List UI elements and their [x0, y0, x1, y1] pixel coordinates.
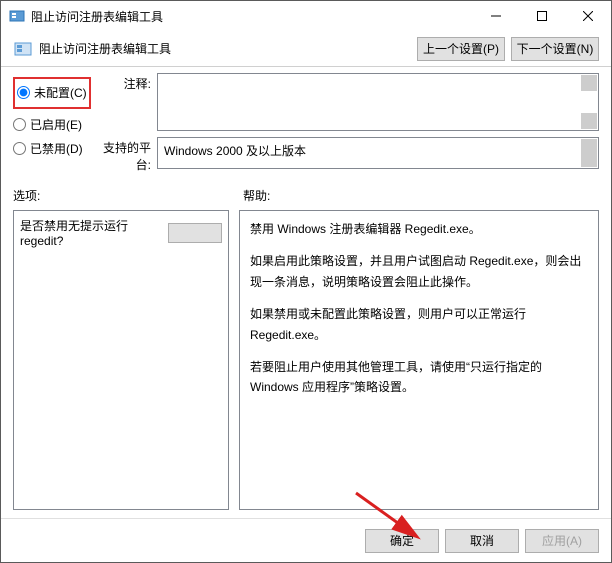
app-icon — [9, 8, 25, 24]
columns-body: 是否禁用无提示运行 regedit? 禁用 Windows 注册表编辑器 Reg… — [1, 210, 611, 518]
minimize-icon — [491, 11, 501, 21]
close-icon — [583, 11, 593, 21]
ok-button[interactable]: 确定 — [365, 529, 439, 553]
nav-buttons: 上一个设置(P) 下一个设置(N) — [417, 37, 599, 61]
radio-not-configured-label: 未配置(C) — [34, 84, 87, 101]
platform-box: Windows 2000 及以上版本 — [157, 137, 599, 169]
platform-row: 支持的平台: Windows 2000 及以上版本 — [101, 137, 599, 173]
help-panel: 禁用 Windows 注册表编辑器 Regedit.exe。 如果启用此策略设置… — [239, 210, 599, 510]
window-controls — [473, 1, 611, 31]
radio-enabled-input[interactable] — [13, 118, 26, 131]
apply-button[interactable]: 应用(A) — [525, 529, 599, 553]
maximize-icon — [537, 11, 547, 21]
policy-title: 阻止访问注册表编辑工具 — [39, 40, 417, 57]
options-header: 选项: — [13, 187, 233, 204]
cancel-button[interactable]: 取消 — [445, 529, 519, 553]
help-paragraph: 若要阻止用户使用其他管理工具，请使用“只运行指定的 Windows 应用程序”策… — [250, 357, 588, 398]
titlebar: 阻止访问注册表编辑工具 — [1, 1, 611, 31]
radio-disabled[interactable]: 已禁用(D) — [13, 137, 91, 159]
help-paragraph: 如果禁用或未配置此策略设置，则用户可以正常运行 Regedit.exe。 — [250, 304, 588, 345]
radio-enabled[interactable]: 已启用(E) — [13, 113, 91, 135]
footer: 确定 取消 应用(A) — [1, 518, 611, 562]
help-paragraph: 如果启用此策略设置，并且用户试图启动 Regedit.exe，则会出现一条消息，… — [250, 251, 588, 292]
scroll-up-icon[interactable] — [581, 75, 597, 91]
options-panel: 是否禁用无提示运行 regedit? — [13, 210, 229, 510]
maximize-button[interactable] — [519, 1, 565, 31]
comment-label: 注释: — [101, 73, 157, 131]
prev-setting-button[interactable]: 上一个设置(P) — [417, 37, 505, 61]
radio-column: 未配置(C) 已启用(E) 已禁用(D) — [13, 73, 91, 179]
policy-editor-window: 阻止访问注册表编辑工具 阻止访问注册表编辑工具 上一个设置(P) 下一个设置(N… — [0, 0, 612, 563]
radio-not-configured[interactable]: 未配置(C) — [17, 81, 87, 103]
columns-header: 选项: 帮助: — [1, 183, 611, 210]
subheader: 阻止访问注册表编辑工具 上一个设置(P) 下一个设置(N) — [1, 31, 611, 67]
config-area: 未配置(C) 已启用(E) 已禁用(D) 注释: — [1, 67, 611, 183]
option-dropdown[interactable] — [168, 223, 222, 243]
minimize-button[interactable] — [473, 1, 519, 31]
scroll-down-icon[interactable] — [581, 151, 597, 167]
window-title: 阻止访问注册表编辑工具 — [31, 8, 473, 25]
scroll-down-icon[interactable] — [581, 113, 597, 129]
radio-disabled-label: 已禁用(D) — [30, 140, 83, 157]
option-row: 是否禁用无提示运行 regedit? — [20, 217, 222, 248]
radio-enabled-label: 已启用(E) — [30, 116, 82, 133]
radio-not-configured-input[interactable] — [17, 86, 30, 99]
close-button[interactable] — [565, 1, 611, 31]
help-paragraph: 禁用 Windows 注册表编辑器 Regedit.exe。 — [250, 219, 588, 239]
platform-value: Windows 2000 及以上版本 — [164, 142, 306, 159]
option-prompt-label: 是否禁用无提示运行 regedit? — [20, 217, 164, 248]
platform-label: 支持的平台: — [101, 137, 157, 173]
comment-row: 注释: — [101, 73, 599, 131]
policy-icon — [13, 39, 33, 59]
highlight-not-configured: 未配置(C) — [13, 77, 91, 109]
comment-input[interactable] — [157, 73, 599, 131]
help-header: 帮助: — [233, 187, 599, 204]
fields-column: 注释: 支持的平台: Windows 2000 及以上版本 — [101, 73, 599, 179]
radio-disabled-input[interactable] — [13, 142, 26, 155]
next-setting-button[interactable]: 下一个设置(N) — [511, 37, 599, 61]
